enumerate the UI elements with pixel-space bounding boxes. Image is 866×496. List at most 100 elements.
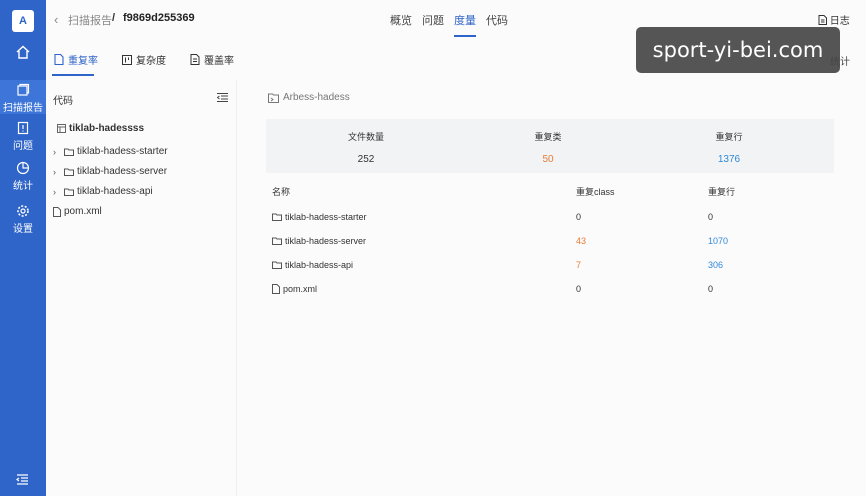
row-name: tiklab-hadess-api [272,253,353,277]
top-tabs: 概览 问题 度量 代码 [390,12,508,37]
subtab-coverage[interactable]: 覆盖率 [190,52,258,67]
nav-scan-report[interactable]: 扫描报告 [0,80,46,114]
row-dup-class: 0 [576,284,582,294]
project-icon [268,93,279,103]
tree-item-label: tiklab-hadess-api [77,186,153,197]
nav-statistics[interactable]: 统计 [0,161,46,192]
log-button[interactable]: 日志 [818,12,850,27]
subtab-coverage-label: 覆盖率 [204,56,234,67]
tree-root[interactable]: tiklab-hadessss [57,123,144,134]
summary-dup-lines: 重复行 1376 [669,130,789,165]
tab-code[interactable]: 代码 [486,12,508,28]
row-dup-class: 43 [576,236,587,246]
summary-files-label: 文件数量 [347,132,384,142]
header-dup-lines: 重复行 [708,187,736,197]
breadcrumb-scan-report[interactable]: 扫描报告 [68,12,112,28]
tree-item-label: pom.xml [64,206,102,217]
row-name: tiklab-hadess-starter [272,205,367,229]
collapse-menu-button[interactable] [16,474,29,488]
metric-subtabs: 重复率 复杂度 覆盖率 [52,52,258,76]
scan-hash: f9869d255369 [123,12,195,24]
row-name-label: tiklab-hadess-starter [285,212,367,222]
table-row[interactable]: tiklab-hadess-starter 0 0 [266,205,834,229]
nav-settings[interactable]: 设置 [0,204,46,235]
report-icon [17,83,30,96]
subtab-complexity[interactable]: 复杂度 [122,52,190,67]
table-row[interactable]: tiklab-hadess-server 43 1070 [266,229,834,253]
file-icon [53,206,61,217]
folder-icon [64,188,74,196]
row-dup-lines: 0 [708,284,714,294]
table-row[interactable]: pom.xml 0 0 [266,277,834,301]
chevron-right-icon[interactable]: › [53,167,61,177]
project-icon [57,124,66,133]
row-name: pom.xml [272,277,317,301]
tree-root-label: tiklab-hadessss [69,123,145,134]
nav-settings-label: 设置 [13,224,33,235]
home-nav[interactable] [0,44,46,70]
row-name: tiklab-hadess-server [272,229,366,253]
back-icon[interactable]: ‹ [54,12,58,27]
chevron-right-icon[interactable]: › [53,187,61,197]
nav-statistics-label: 统计 [13,181,33,192]
file-icon [272,284,280,294]
table-row[interactable]: tiklab-hadess-api 7 306 [266,253,834,277]
summary-files: 文件数量 252 [306,130,426,165]
summary-dup-class-value: 50 [542,154,554,165]
collapse-icon [16,474,28,485]
left-rail: A 扫描报告 问题 统计 设置 [0,0,46,496]
folder-icon [64,148,74,156]
grid-icon [122,54,132,65]
tab-issues[interactable]: 问题 [422,12,444,28]
row-dup-class: 0 [576,212,582,222]
folder-icon [272,213,282,221]
summary-files-value: 252 [357,154,375,165]
nav-issues[interactable]: 问题 [0,121,46,152]
row-name-label: pom.xml [283,284,318,294]
tree-item-label: tiklab-hadess-server [77,166,168,177]
project-path: Arbess-hadess [268,92,350,103]
file-icon [54,54,64,65]
summary-dup-class-label: 重复类 [534,132,562,142]
home-icon [16,45,30,59]
subtab-complexity-label: 复杂度 [136,56,166,67]
header-name: 名称 [272,187,291,197]
nav-issues-label: 问题 [13,141,33,152]
tree-item-api[interactable]: › tiklab-hadess-api [53,186,153,197]
subtab-duplication[interactable]: 重复率 [52,52,122,76]
avatar[interactable]: A [12,10,34,32]
summary-dup-lines-value: 1376 [717,154,741,165]
project-name: Arbess-hadess [283,92,350,103]
statistics-icon [16,161,30,175]
row-dup-lines: 1070 [708,236,729,246]
watermark-overlay: sport-yi-bei.com [636,27,840,73]
settings-icon [17,205,29,217]
panel-divider [236,80,237,496]
row-name-label: tiklab-hadess-api [285,260,354,270]
indent-icon [216,93,228,102]
summary-card: 文件数量 252 重复类 50 重复行 1376 [266,119,834,173]
table-header: 名称 重复class 重复行 [266,180,834,204]
summary-dup-class: 重复类 50 [488,130,608,165]
issues-icon [17,121,29,135]
folder-icon [272,237,282,245]
code-tree-title: 代码 [53,96,73,107]
nav-scan-report-label: 扫描报告 [3,103,43,114]
tree-item-starter[interactable]: › tiklab-hadess-starter [53,146,168,157]
subtab-duplication-label: 重复率 [68,56,98,67]
folder-icon [64,168,74,176]
tree-toggle-button[interactable] [216,91,228,105]
row-dup-class: 7 [576,260,582,270]
tree-item-server[interactable]: › tiklab-hadess-server [53,166,167,177]
summary-dup-lines-label: 重复行 [715,132,743,142]
tab-metrics[interactable]: 度量 [454,12,476,37]
folder-icon [272,261,282,269]
chevron-right-icon[interactable]: › [53,147,61,157]
header-dup-class: 重复class [576,187,615,197]
tree-item-label: tiklab-hadess-starter [77,146,168,157]
row-dup-lines: 306 [708,260,724,270]
document-icon [818,15,827,25]
tree-item-pom[interactable]: pom.xml [53,206,102,217]
tab-overview[interactable]: 概览 [390,12,412,28]
row-name-label: tiklab-hadess-server [285,236,367,246]
